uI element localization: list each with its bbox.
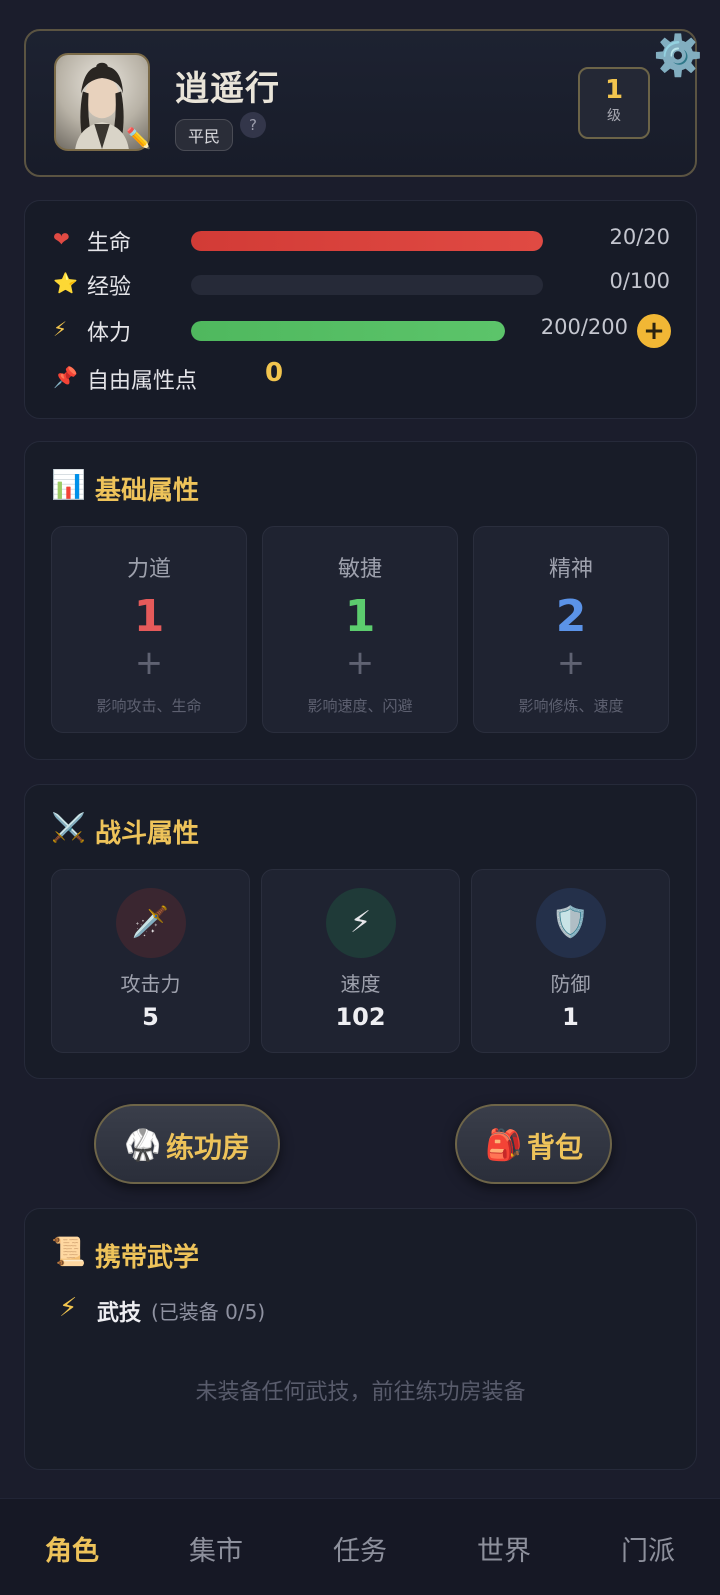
attr-name: 力道 <box>126 557 171 582</box>
backpack-label: 背包 <box>527 1131 584 1164</box>
attr-name: 精神 <box>548 557 593 582</box>
free-points-value: 0 <box>265 358 284 388</box>
scroll-icon: 📜 <box>51 1235 86 1268</box>
hp-bar-fill <box>191 231 543 251</box>
stat-value-hp: 20/20 <box>609 225 670 249</box>
level-unit: 级 <box>607 108 621 124</box>
training-room-label: 练功房 <box>166 1131 251 1164</box>
attr-tile-spirit: 精神 2 + 影响修炼、速度 <box>473 526 669 733</box>
combat-value: 1 <box>562 1003 579 1031</box>
bottom-nav: 角色 集市 任务 世界 门派 <box>0 1498 720 1595</box>
add-stamina-button[interactable]: + <box>637 314 671 348</box>
section-title: 战斗属性 <box>95 819 200 849</box>
attr-desc: 影响攻击、生命 <box>96 697 202 715</box>
stat-label-hp: 生命 <box>87 231 132 256</box>
stat-row-hp: ❤ 生命 20/20 <box>25 225 696 256</box>
nav-tab-quests[interactable]: 任务 <box>300 1529 420 1568</box>
nav-tab-market[interactable]: 集市 <box>156 1529 276 1568</box>
crossed-swords-icon: ⚔️ <box>51 811 86 844</box>
combat-tile-speed: ⚡ 速度 102 <box>261 869 460 1053</box>
attr-value: 2 <box>555 591 587 642</box>
martial-arts-card: 📜 携带武学 ⚡ 武技 (已装备 0/5) 未装备任何武技，前往练功房装备 <box>24 1208 697 1470</box>
level-box: 1 级 <box>578 67 650 139</box>
combat-value: 5 <box>142 1003 159 1031</box>
gear-icon[interactable]: ⚙️ <box>653 33 703 79</box>
attr-tile-strength: 力道 1 + 影响攻击、生命 <box>51 526 247 733</box>
stat-value-stamina: 200/200 <box>540 315 628 339</box>
base-attributes-card: 📊 基础属性 力道 1 + 影响攻击、生命 敏捷 1 + 影响速度、闪避 精神 … <box>24 441 697 760</box>
skill-count: (已装备 0/5) <box>151 1300 266 1324</box>
add-spirit-button[interactable]: + <box>474 643 668 683</box>
combat-attributes-card: ⚔️ 战斗属性 🗡️ 攻击力 5 ⚡ 速度 102 🛡️ 防御 1 <box>24 784 697 1079</box>
attr-desc: 影响修炼、速度 <box>518 697 624 715</box>
lightning-icon: ⚡ <box>53 317 68 341</box>
nav-tab-world[interactable]: 世界 <box>444 1529 564 1568</box>
stat-label-stamina: 体力 <box>87 321 132 346</box>
lightning-icon: ⚡ <box>59 1293 78 1323</box>
skill-label: 武技 <box>97 1301 142 1326</box>
stamina-bar <box>191 321 505 341</box>
attr-name: 敏捷 <box>337 557 382 582</box>
nav-tab-sect[interactable]: 门派 <box>588 1529 708 1568</box>
stamina-bar-fill <box>191 321 505 341</box>
add-agility-button[interactable]: + <box>263 643 457 683</box>
profile-card: ✏️ 逍遥行 平民 ? 1 级 ⚙️ <box>24 29 703 177</box>
martial-arts-uniform-icon: 🥋 <box>124 1128 162 1163</box>
pin-icon: 📌 <box>53 365 78 389</box>
empty-skills-message: 未装备任何武技，前往练功房装备 <box>195 1380 526 1405</box>
star-icon: ⭐ <box>53 271 78 295</box>
dagger-icon: 🗡️ <box>115 888 186 958</box>
section-title: 基础属性 <box>95 476 200 506</box>
backpack-button[interactable]: 🎒 背包 <box>455 1104 612 1184</box>
combat-name: 攻击力 <box>120 972 181 996</box>
add-strength-button[interactable]: + <box>52 643 246 683</box>
nav-tab-character[interactable]: 角色 <box>12 1529 132 1568</box>
shield-icon: 🛡️ <box>535 888 606 958</box>
training-room-button[interactable]: 🥋 练功房 <box>94 1104 280 1184</box>
stat-row-exp: ⭐ 经验 0/100 <box>25 269 696 300</box>
hp-bar <box>191 231 543 251</box>
edit-pencil-icon[interactable]: ✏️ <box>126 126 151 150</box>
heart-icon: ❤ <box>53 227 70 251</box>
stat-label-exp: 经验 <box>87 275 132 300</box>
stats-card: ❤ 生命 20/20 ⭐ 经验 0/100 ⚡ 体力 200/200 + 📌 自… <box>24 200 697 419</box>
stat-value-exp: 0/100 <box>609 269 670 293</box>
combat-name: 速度 <box>340 972 381 996</box>
attr-value: 1 <box>133 591 165 642</box>
rank-badge: 平民 <box>175 119 234 151</box>
free-points-label: 自由属性点 <box>87 369 198 394</box>
player-name: 逍遥行 <box>175 69 280 109</box>
attr-value: 1 <box>344 591 376 642</box>
attr-tile-agility: 敏捷 1 + 影响速度、闪避 <box>262 526 458 733</box>
backpack-icon: 🎒 <box>485 1128 523 1163</box>
lightning-icon: ⚡ <box>325 888 396 958</box>
bar-chart-icon: 📊 <box>51 468 86 501</box>
combat-tile-attack: 🗡️ 攻击力 5 <box>51 869 250 1053</box>
level-number: 1 <box>604 75 624 105</box>
combat-tile-defense: 🛡️ 防御 1 <box>471 869 670 1053</box>
help-icon[interactable]: ? <box>240 112 266 138</box>
attr-desc: 影响速度、闪避 <box>307 697 413 715</box>
stat-row-stamina: ⚡ 体力 200/200 <box>25 315 696 346</box>
stat-row-free-points: 📌 自由属性点 <box>25 363 696 394</box>
section-title: 携带武学 <box>95 1243 200 1273</box>
exp-bar <box>191 275 543 295</box>
combat-value: 102 <box>335 1003 386 1031</box>
combat-name: 防御 <box>550 972 591 996</box>
